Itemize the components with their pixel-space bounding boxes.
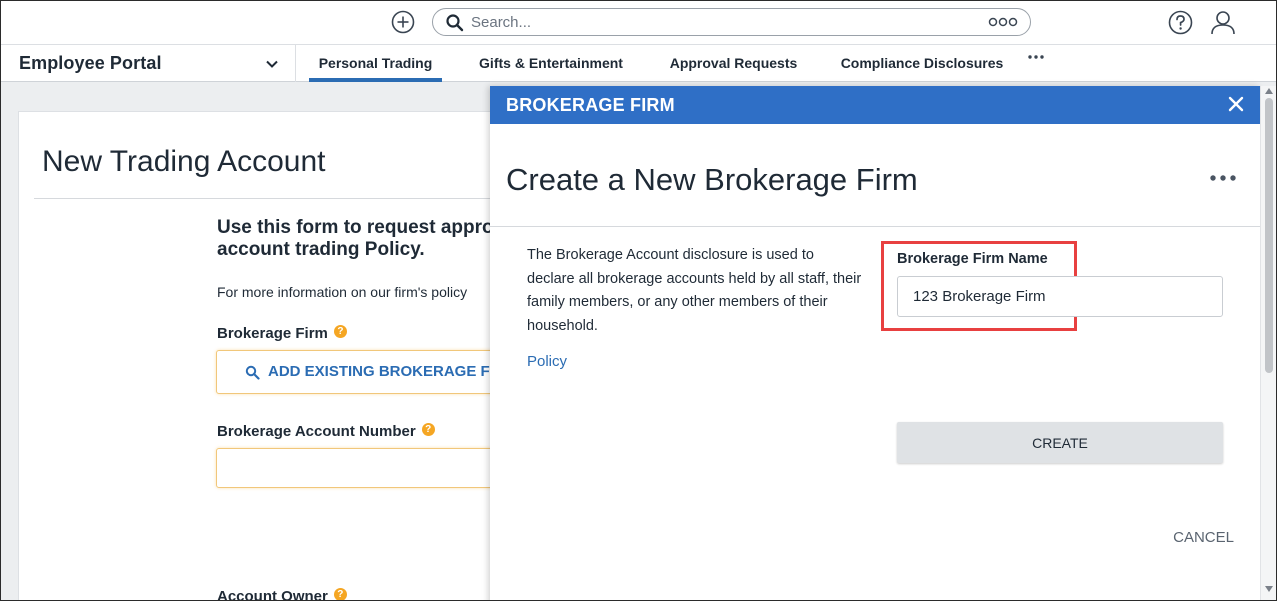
- tab-gifts-entertainment[interactable]: Gifts & Entertainment: [470, 45, 632, 82]
- search-box[interactable]: [432, 8, 1031, 36]
- page-title: New Trading Account: [42, 145, 326, 178]
- add-existing-brokerage-button[interactable]: ADD EXISTING BROKERAGE FI: [216, 350, 516, 394]
- more-options-icon[interactable]: [1209, 174, 1237, 182]
- account-owner-label: Account Owner?: [217, 588, 347, 601]
- tab-approval-requests[interactable]: Approval Requests: [662, 45, 805, 82]
- scrollbar[interactable]: [1260, 86, 1277, 601]
- account-number-input[interactable]: [216, 448, 516, 488]
- form-intro: Use this form to request appro account t…: [217, 217, 494, 260]
- cancel-button[interactable]: CANCEL: [1154, 527, 1234, 547]
- portal-selector[interactable]: Employee Portal: [0, 45, 296, 82]
- more-info-text: For more information on our firm's polic…: [217, 284, 468, 300]
- help-badge-icon[interactable]: ?: [333, 325, 347, 338]
- scroll-thumb[interactable]: [1265, 98, 1273, 373]
- new-trading-account-form: New Trading Account Use this form to req…: [18, 111, 539, 601]
- account-number-label: Brokerage Account Number?: [217, 423, 435, 440]
- firm-name-input[interactable]: [897, 276, 1223, 317]
- label-text: Brokerage Account Number: [217, 423, 416, 440]
- search-icon: [245, 365, 260, 380]
- tab-compliance-disclosures[interactable]: Compliance Disclosures: [835, 45, 1009, 82]
- nav-bar: Employee Portal Personal Trading Gifts &…: [0, 45, 1277, 82]
- policy-link[interactable]: Policy: [527, 353, 567, 370]
- more-options-icon[interactable]: [988, 14, 1018, 30]
- add-existing-label: ADD EXISTING BROKERAGE FI: [268, 363, 494, 380]
- tab-label: Compliance Disclosures: [840, 55, 1004, 71]
- tab-label: Gifts & Entertainment: [479, 55, 623, 71]
- plus-circle-icon[interactable]: [391, 10, 415, 34]
- chevron-down-icon: [266, 60, 278, 68]
- drawer-title: Create a New Brokerage Firm: [506, 162, 918, 197]
- search-input[interactable]: [471, 12, 971, 32]
- tab-personal-trading[interactable]: Personal Trading: [309, 45, 442, 82]
- more-tabs-icon[interactable]: [1027, 53, 1045, 63]
- tab-label: Approval Requests: [669, 55, 798, 71]
- label-text: Brokerage Firm: [217, 325, 328, 342]
- drawer-header: BROKERAGE FIRM: [490, 86, 1260, 124]
- create-button[interactable]: CREATE: [897, 422, 1223, 463]
- divider: [34, 198, 539, 199]
- help-badge-icon[interactable]: ?: [421, 423, 435, 436]
- tab-label: Personal Trading: [318, 55, 433, 71]
- drawer-header-title: BROKERAGE FIRM: [506, 95, 675, 115]
- help-icon[interactable]: [1168, 10, 1193, 35]
- portal-label: Employee Portal: [19, 53, 162, 73]
- firm-name-label: Brokerage Firm Name: [897, 251, 1048, 267]
- search-icon: [446, 14, 464, 32]
- brokerage-firm-label: Brokerage Firm?: [217, 325, 347, 342]
- divider: [490, 226, 1260, 227]
- scroll-down-icon[interactable]: [1265, 586, 1273, 592]
- top-bar: [0, 0, 1277, 45]
- label-text: Account Owner: [217, 588, 328, 601]
- user-icon[interactable]: [1210, 9, 1236, 35]
- scroll-up-icon[interactable]: [1265, 88, 1273, 94]
- disclosure-description: The Brokerage Account disclosure is used…: [527, 247, 862, 334]
- close-icon[interactable]: [1227, 95, 1245, 113]
- help-badge-icon[interactable]: ?: [333, 588, 347, 601]
- brokerage-firm-drawer: BROKERAGE FIRM Create a New Brokerage Fi…: [490, 86, 1260, 601]
